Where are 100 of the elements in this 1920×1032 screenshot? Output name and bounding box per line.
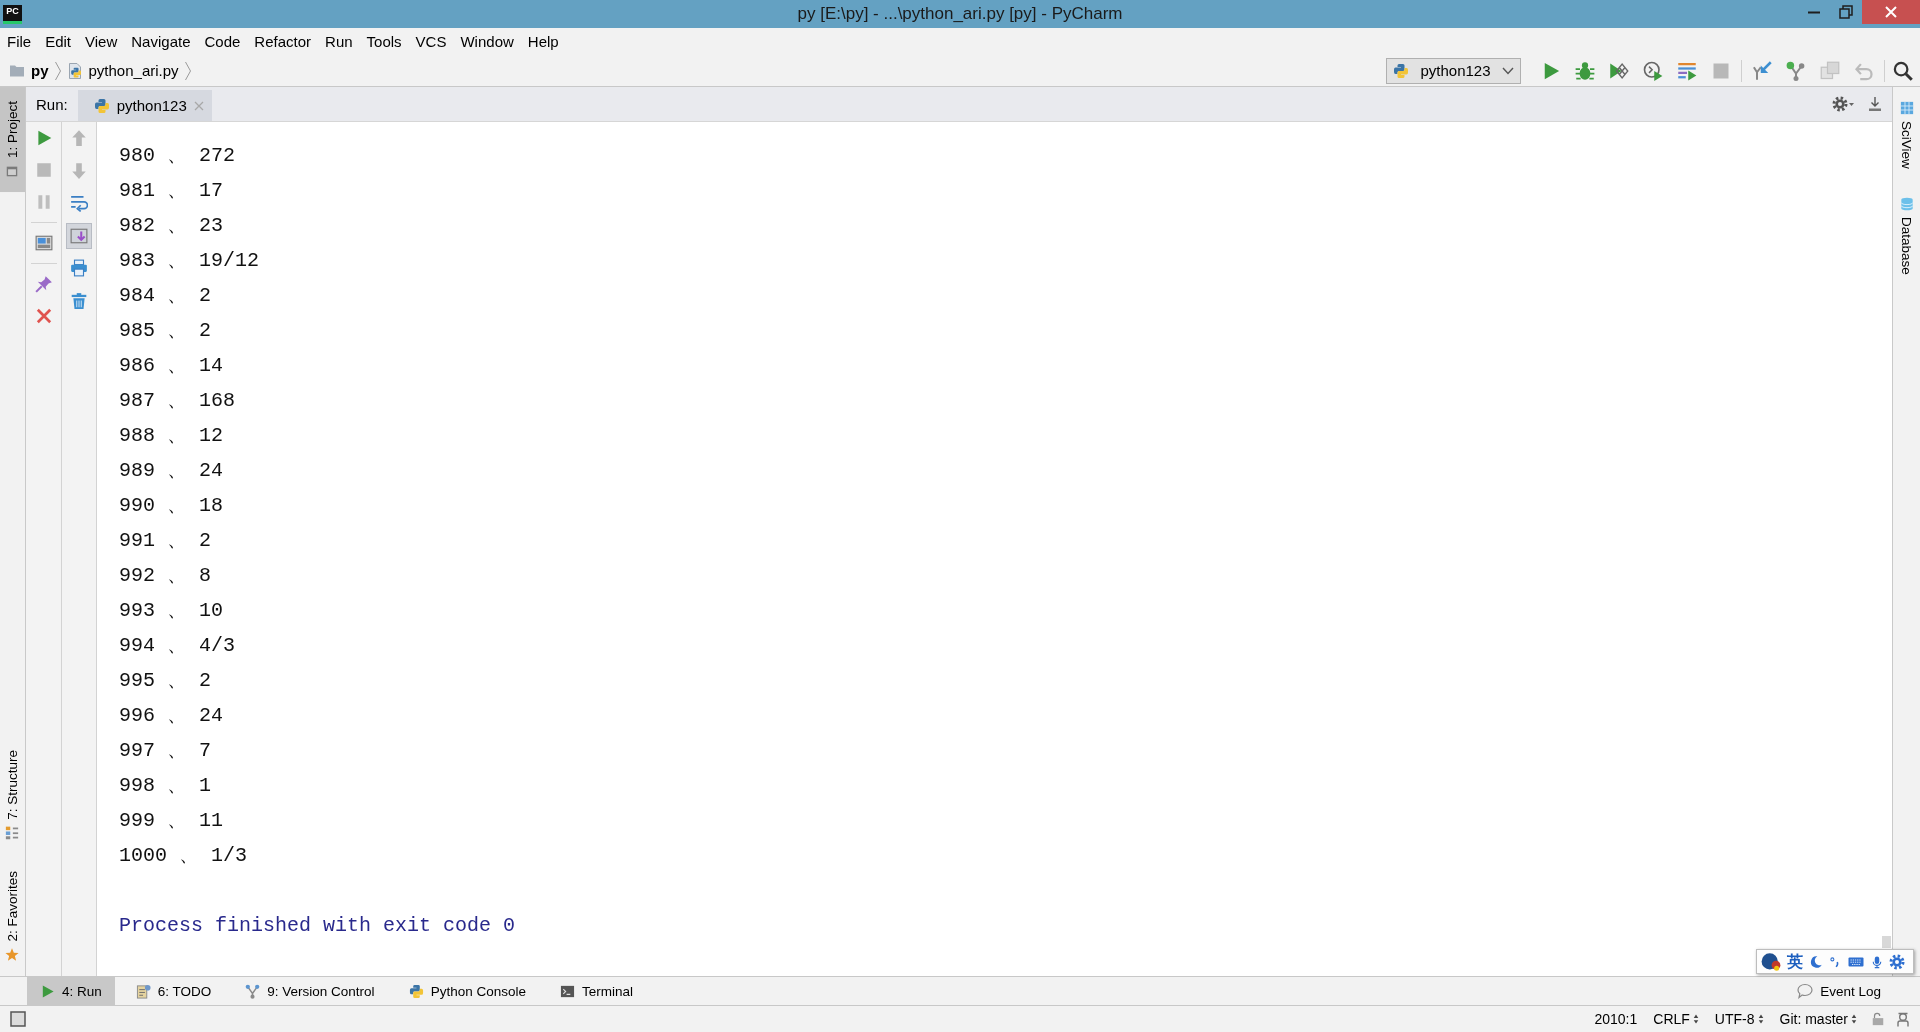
console-line: 991 、 2 xyxy=(119,528,211,554)
window-icon xyxy=(5,164,20,179)
console-line: 996 、 24 xyxy=(119,703,223,729)
scrollbar-thumb[interactable] xyxy=(1882,936,1891,948)
console-line: 995 、 2 xyxy=(119,668,211,694)
run-config-dropdown[interactable]: python123 xyxy=(1386,57,1521,84)
python-file-icon xyxy=(66,62,83,79)
menu-item[interactable]: VCS xyxy=(408,33,454,50)
terminal-icon xyxy=(559,983,575,999)
caret-icon xyxy=(1502,66,1514,75)
ime-logo-icon[interactable] xyxy=(1761,951,1781,972)
line-separator-selector[interactable]: CRLF xyxy=(1653,1011,1699,1027)
punctuation-icon[interactable] xyxy=(1829,954,1841,969)
grid-icon xyxy=(1899,101,1914,115)
event-log-button[interactable]: Event Log xyxy=(1784,977,1894,1005)
exit-message: Process finished with exit code 0 xyxy=(119,913,516,939)
python-icon xyxy=(93,97,110,114)
tool-window-tab[interactable]: 6: TODO xyxy=(122,977,225,1005)
moon-icon[interactable] xyxy=(1809,954,1823,969)
bug-icon[interactable] xyxy=(1575,60,1595,81)
input-mode-toggle[interactable]: 英 xyxy=(1787,952,1803,971)
tool-window-tab[interactable]: 2: Favorites xyxy=(0,865,25,968)
window-title: py [E:\py] - ...\python_ari.py [py] - PyCharm xyxy=(797,4,1123,24)
menu-item[interactable]: Code xyxy=(197,33,248,50)
branch-icon xyxy=(245,983,261,999)
app-logo: PC xyxy=(3,4,22,24)
menu-item[interactable]: Edit xyxy=(38,33,79,50)
arrow-to-bar-icon[interactable] xyxy=(1867,96,1883,112)
console-line: 980 、 272 xyxy=(119,143,235,169)
lock-icon[interactable] xyxy=(1871,1012,1885,1026)
console-line: 989 、 24 xyxy=(119,458,223,484)
console-line: 997 、 7 xyxy=(119,738,211,764)
menu-item[interactable]: Help xyxy=(520,33,566,50)
gauge-run-icon[interactable] xyxy=(1643,60,1663,81)
panel-title: Run: xyxy=(36,95,68,113)
chevron-icon xyxy=(183,60,192,81)
gear-icon[interactable] xyxy=(1889,953,1905,970)
trash-icon[interactable] xyxy=(70,291,88,310)
menu-item[interactable]: Navigate xyxy=(124,33,198,50)
printer-icon[interactable] xyxy=(70,259,88,277)
menu-item[interactable]: File xyxy=(0,33,39,50)
minimize-icon xyxy=(1808,10,1820,14)
encoding-selector[interactable]: UTF-8 xyxy=(1714,1011,1764,1027)
clipboard-icon xyxy=(135,983,151,999)
database-icon xyxy=(1899,196,1914,211)
python-icon xyxy=(1393,62,1409,79)
console-line: 982 、 23 xyxy=(119,213,223,239)
menu-item[interactable]: View xyxy=(78,33,125,50)
tool-window-tab[interactable]: SciView xyxy=(1893,93,1920,177)
console-line: 990 、 18 xyxy=(119,493,223,519)
console-line: 994 、 4/3 xyxy=(119,633,235,659)
menu-item[interactable]: Window xyxy=(453,33,521,50)
gear-icon[interactable] xyxy=(1832,96,1854,112)
close-icon xyxy=(1885,6,1897,18)
console-line: 986 、 14 xyxy=(119,353,223,379)
square-icon[interactable] xyxy=(10,1011,26,1027)
star-icon xyxy=(5,948,20,962)
tool-window-tab[interactable]: 9: Version Control xyxy=(232,977,388,1005)
console-line: 983 、 19/12 xyxy=(119,248,260,274)
console-line: 1000 、 1/3 xyxy=(119,843,248,869)
tool-window-tab[interactable]: Terminal xyxy=(546,977,646,1005)
tool-window-tab[interactable]: 4: Run xyxy=(27,977,115,1005)
checkered-run-icon[interactable] xyxy=(1609,60,1629,81)
console-line: 992 、 8 xyxy=(119,563,211,589)
menu-item[interactable]: Tools xyxy=(359,33,409,50)
search-icon[interactable] xyxy=(1893,60,1913,81)
console-line: 981 、 17 xyxy=(119,178,223,204)
maximize-icon xyxy=(1839,5,1853,19)
chevron-icon xyxy=(53,60,62,81)
breadcrumb[interactable]: py xyxy=(9,62,49,79)
menu-item[interactable]: Refactor xyxy=(247,33,319,50)
console-line: 984 、 2 xyxy=(119,283,211,309)
layout-icon[interactable] xyxy=(34,234,53,252)
branch-icon[interactable] xyxy=(1786,60,1806,81)
tool-window-tab[interactable]: 7: Structure xyxy=(0,743,25,846)
pin-icon[interactable] xyxy=(34,275,53,293)
console-line: 988 、 12 xyxy=(119,423,223,449)
breadcrumb[interactable]: python_ari.py xyxy=(66,62,179,79)
tool-window-tab[interactable]: Database xyxy=(1893,188,1920,283)
branch-arrow-icon[interactable] xyxy=(1752,60,1772,81)
console-line: 987 、 168 xyxy=(119,388,235,414)
console-line: 999 、 11 xyxy=(119,808,223,834)
wrap-icon[interactable] xyxy=(70,194,88,212)
menu-item[interactable]: Run xyxy=(318,33,360,50)
console-line: 985 、 2 xyxy=(119,318,211,344)
updown-arrows-icon xyxy=(1851,1013,1857,1025)
branch-selector[interactable]: Git: master xyxy=(1779,1011,1857,1027)
close-icon[interactable] xyxy=(34,307,53,325)
updown-arrows-icon xyxy=(1757,1013,1764,1025)
tool-window-tab[interactable]: 1: Project xyxy=(0,87,25,193)
updown-arrows-icon xyxy=(1692,1013,1699,1025)
tool-window-tab[interactable]: Python Console xyxy=(395,977,539,1005)
figure-icon[interactable] xyxy=(1895,1011,1911,1027)
run-tab[interactable]: python123 xyxy=(77,90,212,121)
structure-icon xyxy=(5,825,20,840)
close-button[interactable] xyxy=(1862,0,1920,24)
cursor-position[interactable]: 2010:1 xyxy=(1594,1011,1638,1027)
run-icon xyxy=(40,983,55,999)
console-line: 993 、 10 xyxy=(119,598,223,624)
lines-run-icon[interactable] xyxy=(1677,60,1697,81)
